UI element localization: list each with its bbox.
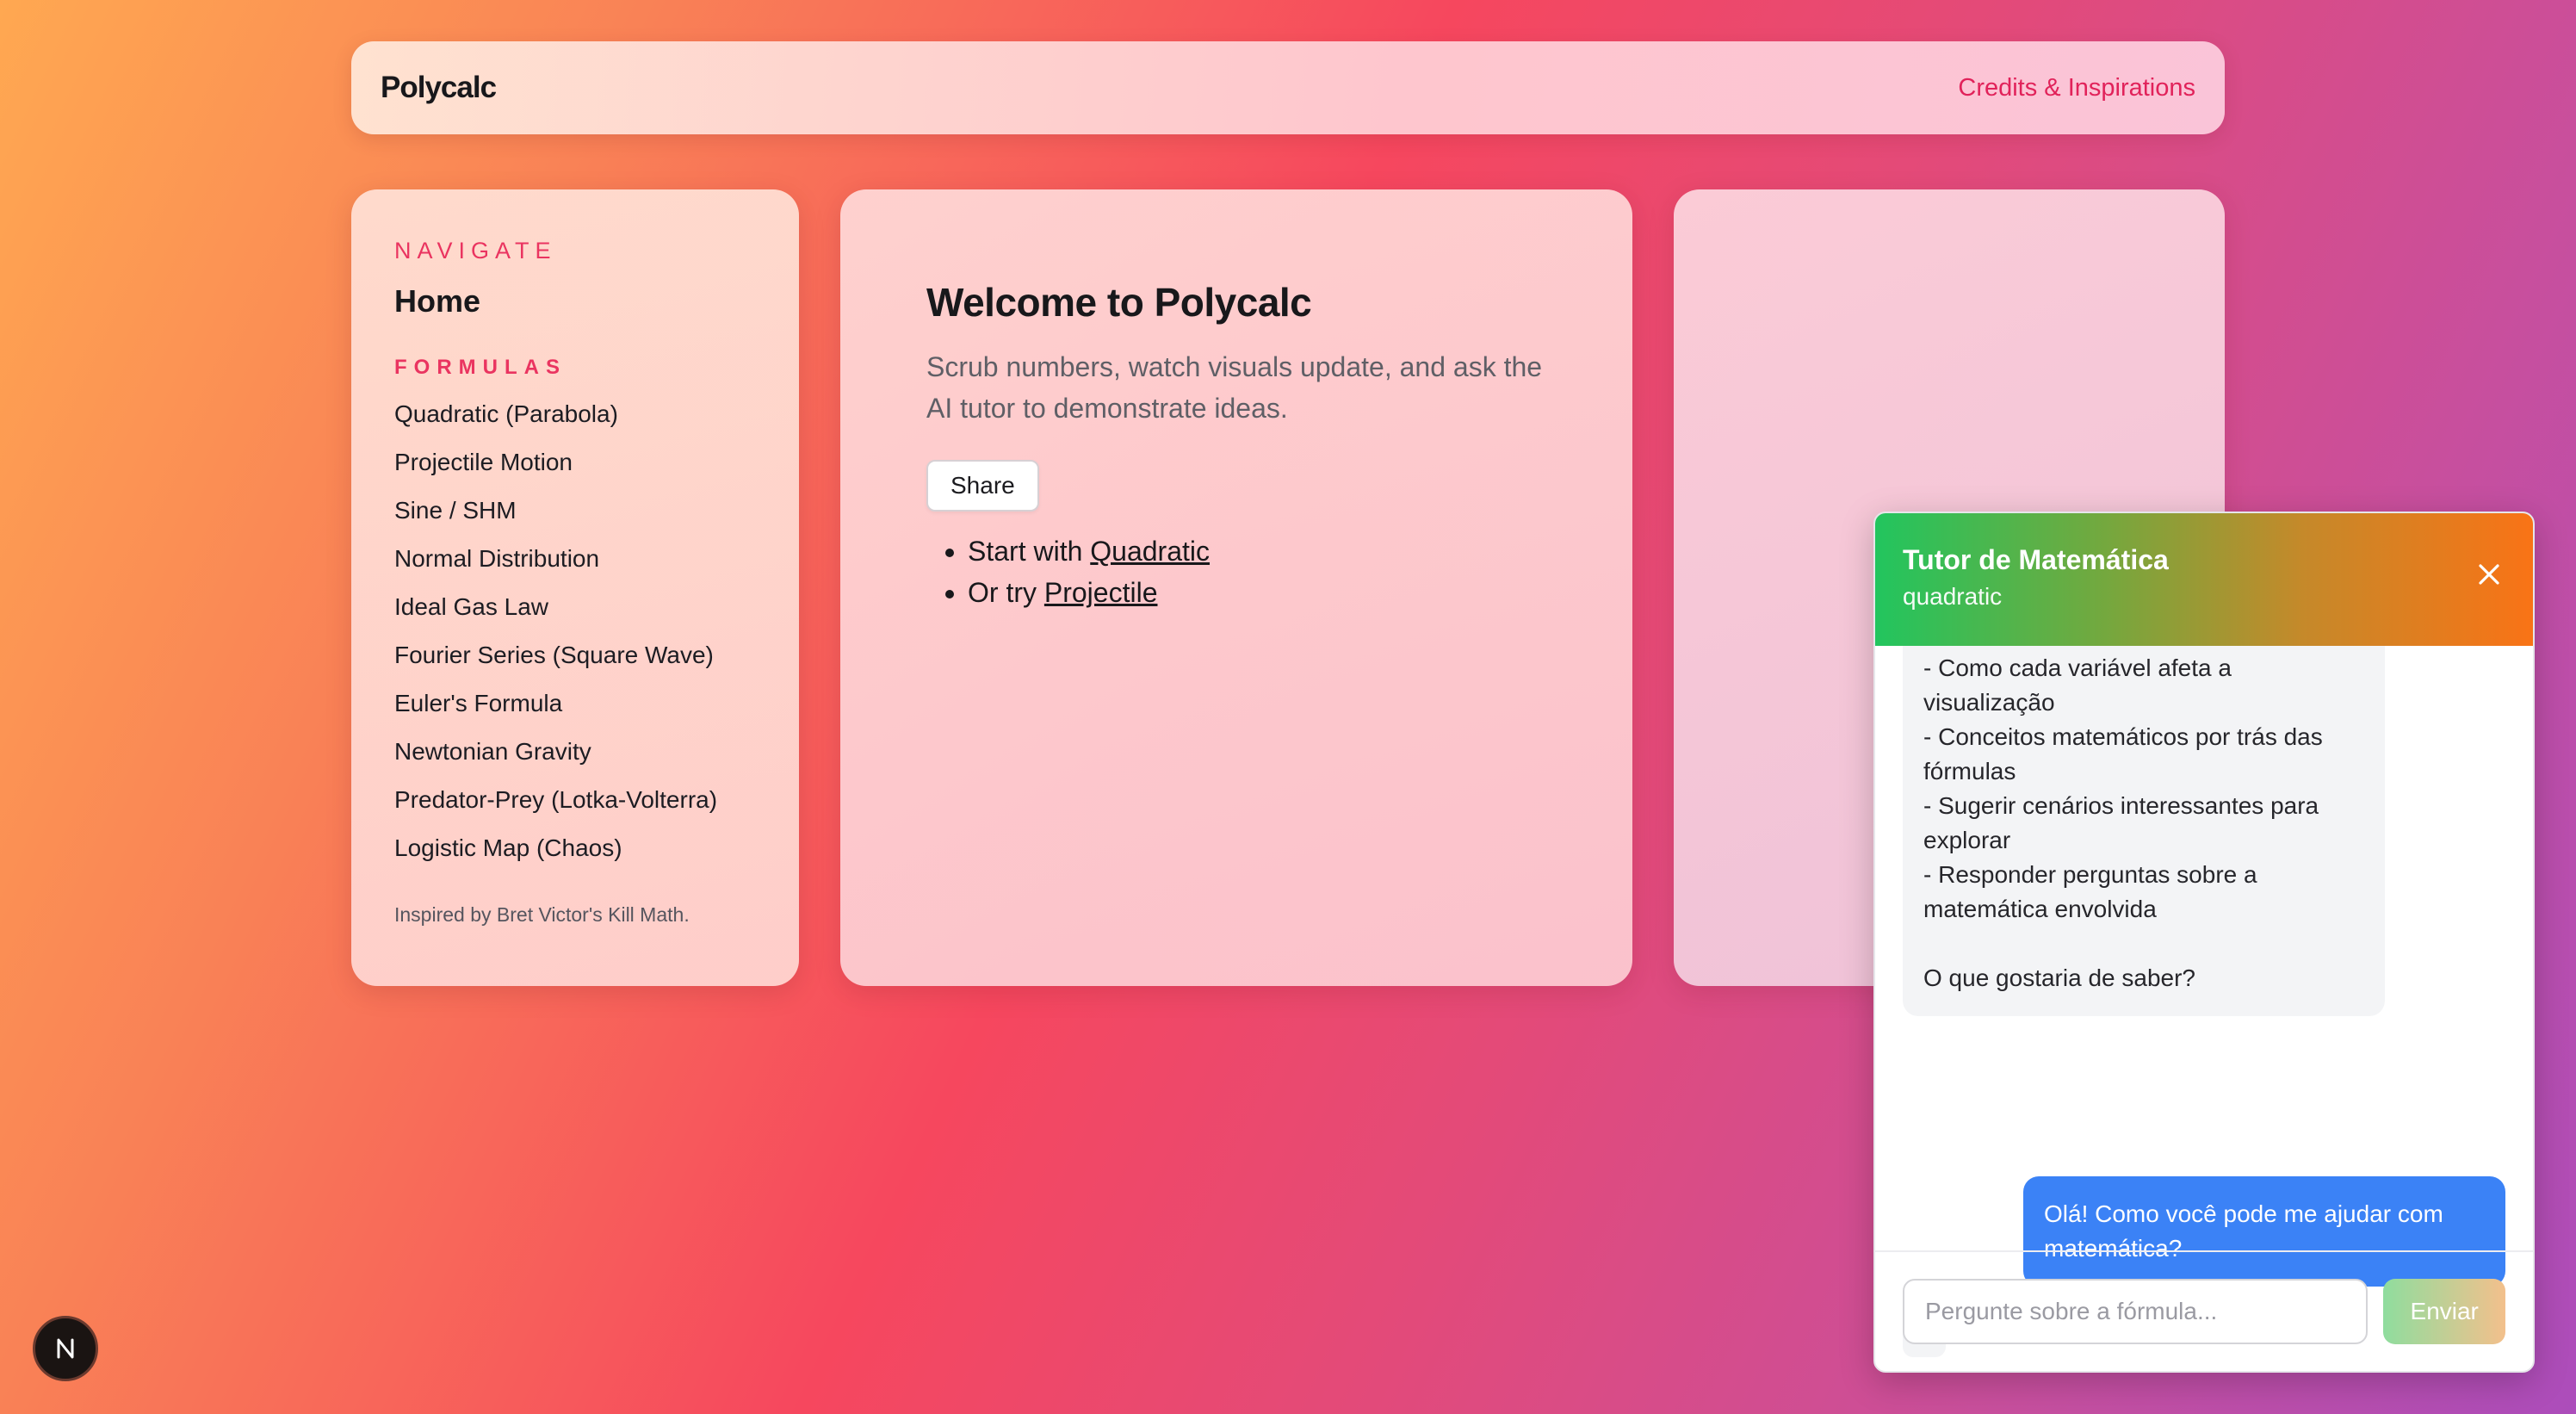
inspired-note: Inspired by Bret Victor's Kill Math. [394,903,690,926]
sidebar-item-quadratic[interactable]: Quadratic (Parabola) [394,402,756,450]
sidebar-item-home[interactable]: Home [394,283,756,319]
formula-list: Quadratic (Parabola) Projectile Motion S… [394,402,756,884]
projectile-link[interactable]: Projectile [1044,577,1158,608]
chat-messages[interactable]: - Como cada variável afeta a visualizaçã… [1875,646,2533,1357]
next-dev-badge[interactable]: N [33,1316,98,1381]
sidebar-card: NAVIGATE Home FORMULAS Quadratic (Parabo… [351,189,799,986]
start-prefix: Start with [968,536,1083,567]
formulas-heading: FORMULAS [394,356,567,379]
sidebar-item-normal[interactable]: Normal Distribution [394,547,756,595]
send-button[interactable]: Enviar [2383,1279,2505,1344]
list-item: Or try Projectile [968,572,1546,613]
chat-subtitle: quadratic [1903,583,2003,610]
assistant-message: - Como cada variável afeta a visualizaçã… [1903,646,2385,1016]
n-logo-icon: N [48,1331,74,1359]
tutor-chat-panel: Tutor de Matemática quadratic - Como cad… [1873,512,2535,1373]
welcome-subtitle: Scrub numbers, watch visuals update, and… [926,351,1543,424]
sidebar-item-fourier[interactable]: Fourier Series (Square Wave) [394,643,756,691]
start-links-list: Start with Quadratic Or try Projectile [926,530,1546,613]
chat-header: Tutor de Matemática quadratic [1875,513,2533,646]
navigate-heading: NAVIGATE [394,238,557,264]
list-item: Start with Quadratic [968,530,1546,572]
sidebar-item-gravity[interactable]: Newtonian Gravity [394,740,756,788]
chat-title: Tutor de Matemática [1903,544,2169,575]
chat-footer: Enviar [1875,1250,2533,1371]
sidebar-item-ideal-gas[interactable]: Ideal Gas Law [394,595,756,643]
close-icon[interactable] [2476,561,2502,587]
page-title: Welcome to Polycalc [926,280,1312,325]
chat-input[interactable] [1903,1279,2369,1344]
quadratic-link[interactable]: Quadratic [1090,536,1210,567]
welcome-card: Welcome to Polycalc Scrub numbers, watch… [840,189,1632,986]
top-navbar: Polycalc Credits & Inspirations [351,41,2225,134]
brand-logo[interactable]: Polycalc [381,71,497,105]
share-button[interactable]: Share [926,460,1039,512]
sidebar-item-sine[interactable]: Sine / SHM [394,499,756,547]
badge-letter: N [48,1331,49,1332]
sidebar-item-predator-prey[interactable]: Predator-Prey (Lotka-Volterra) [394,788,756,836]
credits-link[interactable]: Credits & Inspirations [1958,74,2195,102]
sidebar-item-logistic[interactable]: Logistic Map (Chaos) [394,836,756,884]
sidebar-item-euler[interactable]: Euler's Formula [394,691,756,740]
try-prefix: Or try [968,577,1037,608]
sidebar-item-projectile[interactable]: Projectile Motion [394,450,756,499]
